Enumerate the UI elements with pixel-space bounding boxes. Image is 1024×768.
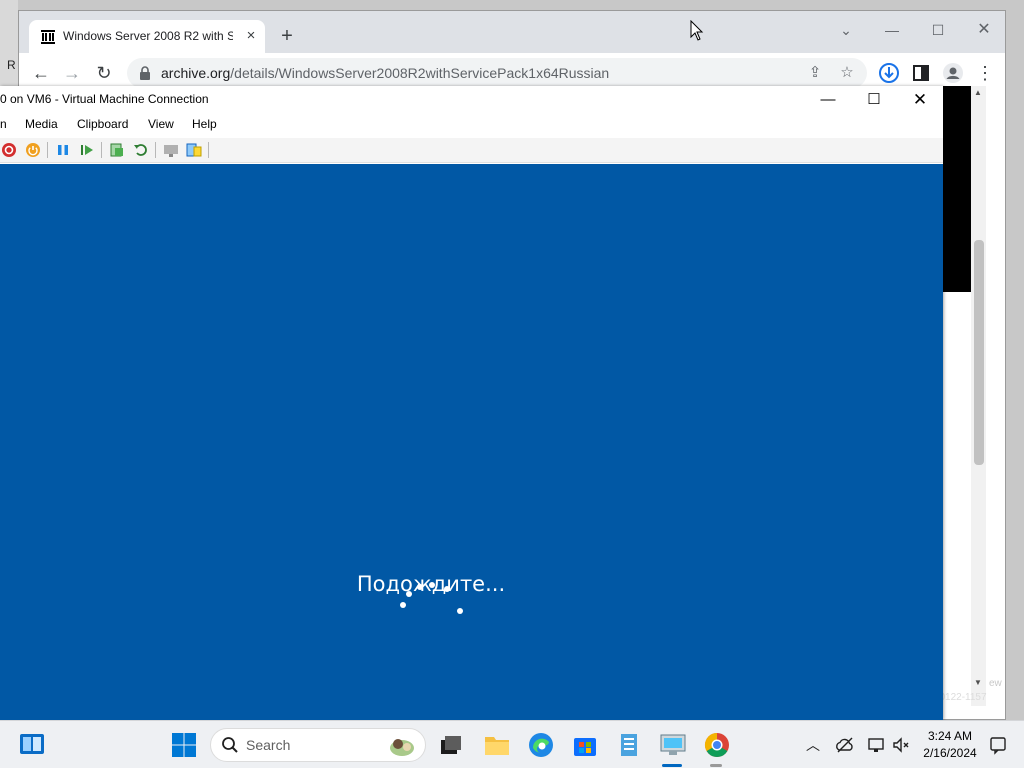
widgets-icon[interactable] [18,731,46,759]
store-icon[interactable] [571,731,599,759]
vm-close-icon[interactable]: ✕ [900,88,940,112]
vm-status-text: Подождите... [356,572,506,596]
vm-menu-bar: n Media Clipboard View Help [0,114,943,136]
vm-minimize-icon[interactable]: — [808,88,848,112]
active-app-indicator [662,764,682,767]
clock-date[interactable]: 2/16/2024 [914,746,986,760]
vm-connection-window: 0 on VM6 - Virtual Machine Connection — … [0,86,943,720]
download-icon[interactable] [877,61,901,85]
menu-action[interactable]: n [0,117,7,131]
server-manager-icon[interactable] [615,731,643,759]
share-session-icon[interactable] [186,142,202,158]
file-explorer-icon[interactable] [483,731,511,759]
share-icon[interactable]: ⇪ [805,63,825,83]
back-icon[interactable]: ← [29,61,53,85]
vm-toolbar [0,138,943,163]
forward-icon[interactable]: → [60,61,84,85]
clock-time[interactable]: 3:24 AM [914,729,986,743]
maximize-icon[interactable]: ☐ [921,17,955,43]
network-icon[interactable] [867,735,887,755]
chrome-icon[interactable] [703,731,731,759]
menu-help[interactable]: Help [192,117,217,131]
tab-title: Windows Server 2008 R2 with Service Pack… [63,29,233,43]
hyper-v-manager-icon[interactable] [659,731,687,759]
tab-search-chevron-icon[interactable]: ⌄ [829,17,863,43]
vm-display[interactable]: Подождите... [0,164,943,720]
shutdown-icon[interactable] [25,142,41,158]
url-host: archive.org [161,65,231,81]
task-view-icon[interactable] [436,731,464,759]
browser-tab[interactable]: Windows Server 2008 R2 with Service Pack… [29,20,265,53]
toolbar-separator [47,142,48,158]
scrollbar-thumb[interactable] [974,240,984,465]
start-windows-icon[interactable] [170,731,198,759]
search-placeholder: Search [246,737,291,753]
scroll-down-icon[interactable]: ▼ [974,678,982,687]
vm-maximize-icon[interactable]: ☐ [854,88,894,112]
bookmark-star-icon[interactable]: ☆ [837,63,857,83]
checkpoint-icon[interactable] [109,142,125,158]
onedrive-icon[interactable] [835,735,855,755]
vm-window-title: 0 on VM6 - Virtual Machine Connection [0,92,209,106]
url-text: archive.org/details/WindowsServer2008R2w… [161,65,609,81]
revert-icon[interactable] [133,142,149,158]
tab-strip: Windows Server 2008 R2 with Service Pack… [19,11,1005,53]
toolbar-separator [155,142,156,158]
menu-view[interactable]: View [148,117,174,131]
desktop-icon-label[interactable]: R [7,58,16,72]
side-panel-icon[interactable] [909,61,933,85]
search-icon [222,737,238,753]
toolbar-separator [208,142,209,158]
close-icon[interactable]: ✕ [967,17,1001,43]
search-highlight-icon [390,739,414,756]
address-bar[interactable]: archive.org/details/WindowsServer2008R2w… [127,58,867,88]
volume-muted-icon[interactable] [891,735,911,755]
toolbar-separator [101,142,102,158]
turn-off-icon[interactable] [1,142,17,158]
scroll-up-icon[interactable]: ▲ [974,88,982,97]
new-tab-button[interactable]: + [275,25,299,49]
tab-close-icon[interactable]: × [241,26,261,46]
taskbar-search-box[interactable]: Search [210,728,426,762]
profile-avatar-icon[interactable] [941,61,965,85]
minimize-icon[interactable]: — [875,17,909,43]
url-path: /details/WindowsServer2008R2withServiceP… [230,65,610,81]
edge-icon[interactable] [527,731,555,759]
menu-media[interactable]: Media [25,117,58,131]
lock-icon [140,66,150,80]
menu-kebab-icon[interactable]: ⋮ [973,61,997,85]
page-watermark-tail: ew [989,678,1002,689]
pause-icon[interactable] [55,142,71,158]
taskbar: Search ︿ 3:24 AM 2/16/2024 [0,720,1024,768]
reset-play-icon[interactable] [79,142,95,158]
menu-clipboard[interactable]: Clipboard [77,117,128,131]
running-app-indicator [710,764,722,767]
reload-icon[interactable]: ↻ [92,61,116,85]
archive-org-favicon [40,29,56,45]
enhanced-session-icon[interactable] [163,142,179,158]
notifications-icon[interactable] [988,735,1008,755]
mouse-cursor-icon [690,20,704,41]
show-hidden-icons-chevron-icon[interactable]: ︿ [803,735,823,755]
